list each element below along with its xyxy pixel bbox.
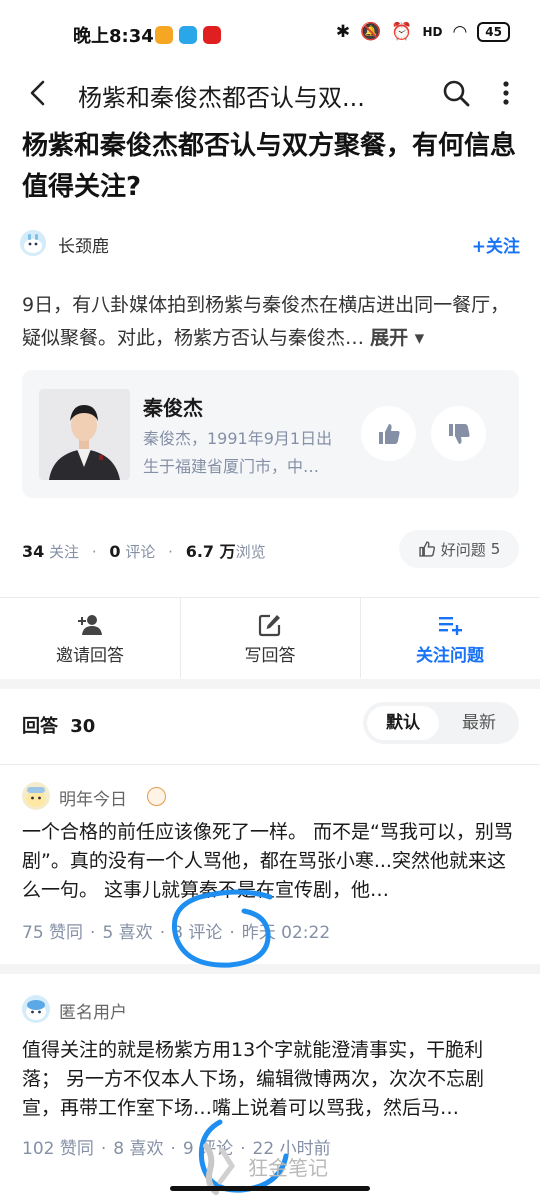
divider xyxy=(0,764,540,765)
comment-count: 0 xyxy=(109,542,121,561)
status-icons: ✱ 🔕 ⏰ HD ◠ 45 xyxy=(336,22,510,42)
sort-default-tab[interactable]: 默认 xyxy=(367,706,439,740)
avatar[interactable] xyxy=(22,782,50,810)
asker-name[interactable]: 长颈鹿 xyxy=(58,232,109,257)
expand-button[interactable]: 展开 ▾ xyxy=(370,327,424,349)
mute-icon: 🔕 xyxy=(360,22,382,42)
back-arrow-icon[interactable] xyxy=(24,78,54,108)
question-stats: 34 关注 · 0 评论 · 6.7 万浏览 xyxy=(22,542,266,561)
topic-card[interactable]: 秦俊杰 秦俊杰，1991年9月1日出生于福建省厦门市，中… xyxy=(22,370,519,498)
answer-author[interactable]: 明年今日 xyxy=(59,785,127,810)
person-photo xyxy=(39,389,130,480)
alarm-icon: ⏰ xyxy=(391,22,413,42)
answers-count: 30 xyxy=(70,716,96,737)
chat-app-icon xyxy=(179,26,197,44)
weibo-app-icon xyxy=(155,26,173,44)
answer-author[interactable]: 匿名用户 xyxy=(59,998,127,1023)
follow-question-label: 关注问题 xyxy=(416,646,484,666)
downvote-button[interactable] xyxy=(431,406,486,461)
thumbs-down-icon xyxy=(448,423,470,444)
description-text: 9日，有八卦媒体拍到杨紫与秦俊杰在横店进出同一餐厅，疑似聚餐。对此，杨紫方否认与… xyxy=(22,294,510,349)
topic-name: 秦俊杰 xyxy=(143,396,203,420)
more-options-icon[interactable] xyxy=(496,78,516,108)
thumbs-up-icon xyxy=(378,423,400,444)
add-person-icon xyxy=(78,615,102,635)
follow-count-label: 关注 xyxy=(49,543,80,561)
watermark-text: 狂金笔记 xyxy=(248,1156,328,1180)
view-count-label: 浏览 xyxy=(235,543,266,561)
edit-icon xyxy=(258,614,281,637)
write-answer-button[interactable]: 写回答 xyxy=(180,598,360,678)
good-question-label: 好问题 xyxy=(440,540,486,559)
follow-asker-button[interactable]: +关注 xyxy=(472,232,520,257)
signal-icon: HD xyxy=(422,25,443,39)
section-divider xyxy=(0,964,540,974)
good-question-count: 5 xyxy=(490,540,501,558)
write-answer-label: 写回答 xyxy=(244,646,296,666)
nav-title: 杨紫和秦俊杰都否认与双... xyxy=(78,84,365,112)
follow-count: 34 xyxy=(22,542,45,561)
comment-count[interactable]: 8 评论 xyxy=(172,923,222,943)
giraffe-avatar-icon xyxy=(20,230,46,256)
topic-description: 秦俊杰，1991年9月1日出生于福建省厦门市，中… xyxy=(143,429,333,476)
answer-excerpt[interactable]: 一个合格的前任应该像死了一样。 而不是“骂我可以，别骂剧”。真的没有一个人骂他，… xyxy=(22,818,520,905)
topic-photo xyxy=(39,389,130,480)
news-app-icon xyxy=(203,26,221,44)
avatar[interactable] xyxy=(22,995,50,1023)
search-icon[interactable] xyxy=(441,78,471,108)
status-time: 晚上8:34 xyxy=(73,26,154,47)
anonymous-avatar-icon xyxy=(22,995,50,1023)
upvote-button[interactable] xyxy=(361,406,416,461)
badge-icon xyxy=(147,787,166,806)
like-count: 8 喜欢 xyxy=(113,1139,164,1159)
asker-row: 长颈鹿 +关注 xyxy=(20,228,520,260)
invite-answer-label: 邀请回答 xyxy=(56,646,124,666)
good-question-button[interactable]: 好问题 5 xyxy=(399,530,519,568)
cartoon-avatar-icon xyxy=(22,782,50,810)
upvote-count: 75 赞同 xyxy=(22,923,84,943)
question-title: 杨紫和秦俊杰都否认与双方聚餐，有何信息值得关注? xyxy=(22,131,517,202)
status-bar: 晚上8:34 ✱ 🔕 ⏰ HD ◠ 45 xyxy=(0,0,540,70)
wifi-icon: ◠ xyxy=(452,22,468,42)
view-count: 6.7 万 xyxy=(185,542,236,561)
question-description[interactable]: 9日，有八卦媒体拍到杨紫与秦俊杰在横店进出同一餐厅，疑似聚餐。对此，杨紫方否认与… xyxy=(22,289,522,355)
add-list-icon xyxy=(439,617,462,635)
answers-label: 回答 xyxy=(22,716,58,737)
comment-count-label[interactable]: 评论 xyxy=(125,543,155,561)
upvote-count: 102 赞同 xyxy=(22,1139,94,1159)
nav-bar: 杨紫和秦俊杰都否认与双... xyxy=(0,70,540,118)
answer-excerpt[interactable]: 值得关注的就是杨紫方用13个字就能澄清事实，干脆利落； 另一方不仅本人下场，编辑… xyxy=(22,1036,520,1123)
question-actions: 邀请回答 写回答 关注问题 xyxy=(0,598,540,678)
section-divider xyxy=(0,679,540,689)
sort-latest-tab[interactable]: 最新 xyxy=(443,706,515,740)
sort-toggle: 默认 最新 xyxy=(363,702,519,744)
answer-time: 昨天 02:22 xyxy=(241,923,331,943)
thumbs-up-outline-icon xyxy=(419,541,435,557)
answers-header: 回答 30 xyxy=(22,712,95,738)
battery-icon: 45 xyxy=(477,22,510,42)
asker-avatar[interactable] xyxy=(20,230,46,256)
bluetooth-icon: ✱ xyxy=(335,22,351,42)
invite-answer-button[interactable]: 邀请回答 xyxy=(0,598,180,678)
answer-meta: 75 赞同 · 5 喜欢 · 8 评论 · 昨天 02:22 xyxy=(22,923,331,943)
follow-question-button[interactable]: 关注问题 xyxy=(360,598,540,678)
home-indicator[interactable] xyxy=(170,1186,370,1191)
like-count: 5 喜欢 xyxy=(102,923,153,943)
